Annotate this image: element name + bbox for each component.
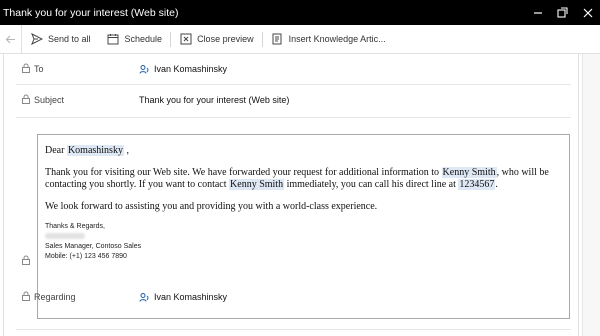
insert-knowledge-article-button[interactable]: Insert Knowledge Artic...	[263, 25, 394, 54]
command-bar: Send to all Schedule Close preview Inser…	[0, 24, 600, 54]
greeting-name: Komashinsky	[66, 145, 124, 156]
lock-icon	[22, 94, 30, 106]
schedule-label: Schedule	[124, 34, 163, 44]
signature-mobile: Mobile: (+1) 123 456 7890	[45, 253, 127, 260]
back-arrow-icon	[5, 35, 15, 43]
close-icon	[583, 8, 592, 17]
send-to-all-label: Send to all	[48, 34, 91, 44]
email-paragraph-2: We look forward to assisting you and pro…	[45, 200, 378, 212]
regarding-label: Regarding	[34, 292, 76, 302]
email-signature: Thanks & Regards, Sales Manager, Contoso…	[45, 222, 562, 262]
popout-button[interactable]	[550, 0, 575, 25]
close-preview-label: Close preview	[197, 34, 254, 44]
signature-title: Sales Manager, Contoso Sales	[45, 243, 142, 250]
p1-phone: 1234567	[458, 179, 496, 190]
window-title: Thank you for your interest (Web site)	[3, 6, 179, 19]
subject-field-row: Subject Thank you for your interest (Web…	[4, 85, 580, 115]
calendar-icon	[107, 33, 120, 46]
contact-phone-icon	[139, 64, 149, 74]
contact-phone-icon	[139, 292, 149, 302]
minimize-icon	[533, 11, 542, 14]
regarding-value: Ivan Komashinsky	[154, 292, 228, 302]
to-value: Ivan Komashinsky	[154, 64, 228, 74]
knowledge-article-icon	[271, 33, 284, 46]
to-field-row: To Ivan Komashinsky	[4, 54, 580, 84]
close-button[interactable]	[575, 0, 600, 25]
to-label: To	[34, 64, 44, 74]
close-preview-button[interactable]: Close preview	[171, 25, 262, 54]
greeting-text: Dear	[45, 145, 65, 156]
lock-icon	[22, 255, 30, 267]
p1-contact-name: Kenny Smith	[229, 179, 285, 190]
send-icon	[30, 33, 43, 46]
back-button[interactable]	[0, 24, 22, 54]
to-lookup-link[interactable]: Ivan Komashinsky	[139, 64, 227, 75]
lock-icon	[22, 291, 30, 303]
minimize-button[interactable]	[525, 0, 550, 25]
lock-icon	[22, 63, 30, 75]
email-greeting: Dear Komashinsky ,	[45, 145, 562, 158]
vertical-scrollbar[interactable]	[582, 54, 600, 336]
regarding-lookup-link[interactable]: Ivan Komashinsky	[139, 292, 227, 303]
insert-knowledge-article-label: Insert Knowledge Artic...	[288, 34, 386, 44]
p1-text-c: immediately, you can call his direct lin…	[284, 179, 459, 190]
row-divider	[16, 117, 571, 118]
greeting-suffix: ,	[123, 145, 129, 156]
subject-value: Thank you for your interest (Web site)	[139, 95, 290, 105]
p1-contact-name: Kenny Smith	[441, 166, 497, 178]
p1-text-a: Thank you for visiting our Web site. We …	[45, 166, 442, 178]
schedule-button[interactable]: Schedule	[99, 25, 171, 54]
signature-name-redacted	[45, 232, 562, 242]
signature-closing: Thanks & Regards,	[45, 223, 105, 230]
email-paragraph-1: Thank you for visiting our Web site. We …	[45, 166, 562, 192]
close-preview-icon	[179, 33, 192, 46]
send-to-all-button[interactable]: Send to all	[22, 25, 99, 54]
regarding-field-row: Regarding Ivan Komashinsky	[4, 282, 580, 312]
popout-icon	[557, 7, 568, 18]
email-form: To Ivan Komashinsky Subject Thank you fo…	[0, 54, 600, 336]
p1-text-d: .	[495, 179, 498, 190]
window-title-bar: Thank you for your interest (Web site)	[0, 0, 600, 25]
row-divider	[16, 329, 571, 330]
subject-label: Subject	[34, 95, 65, 105]
